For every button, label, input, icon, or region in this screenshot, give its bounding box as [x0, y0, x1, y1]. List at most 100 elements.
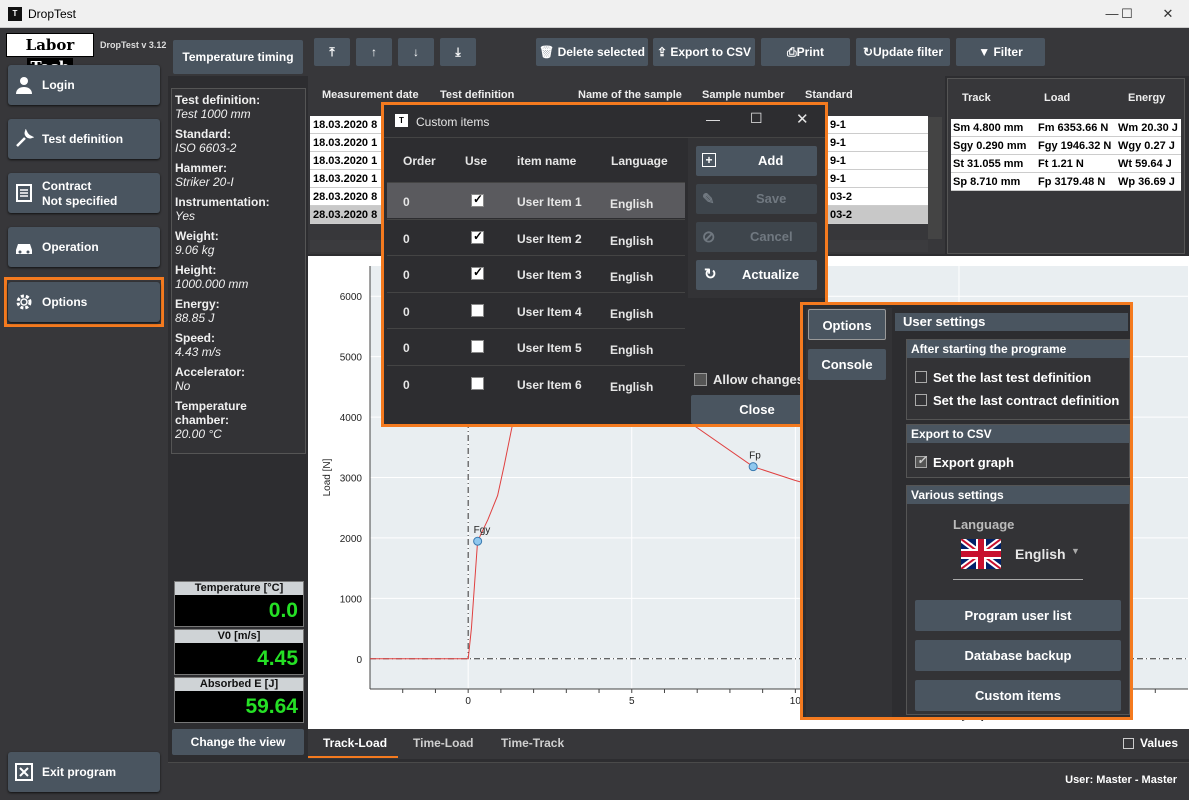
status-bar: User: Master - Master [168, 762, 1189, 800]
item-order: 0 [403, 377, 410, 392]
col-standard[interactable]: Standard [805, 89, 853, 101]
info-value: 88.85 J [175, 311, 215, 325]
tab-console[interactable]: Console [808, 349, 886, 380]
info-key: Standard: [175, 127, 232, 141]
arrow-down-icon: ↓ [413, 45, 419, 59]
set-last-contract-option[interactable]: Set the last contract definition [915, 393, 1119, 408]
item-order: 0 [403, 304, 410, 319]
info-value: Yes [175, 209, 196, 223]
database-backup-button[interactable]: Database backup [915, 640, 1121, 671]
col-sample-number[interactable]: Sample number [702, 89, 785, 101]
use-checkbox-unchecked[interactable] [471, 340, 484, 353]
use-checkbox-checked[interactable] [471, 229, 484, 244]
export-icon: ⇪ [656, 45, 668, 59]
set-last-test-option[interactable]: Set the last test definition [915, 370, 1091, 385]
item-language: English [610, 270, 654, 284]
list-item[interactable]: 0 User Item 6 English [387, 364, 685, 401]
summary-cell: Fp 3179.48 N [1038, 176, 1106, 188]
y-tick-label: 1000 [340, 594, 363, 605]
dialog-title: Custom items [416, 115, 490, 129]
use-checkbox-checked[interactable] [471, 265, 484, 280]
move-bottom-button[interactable]: ⤓ [440, 38, 476, 66]
test-definition-button[interactable]: Test definition [8, 119, 160, 159]
dialog-app-icon: T [395, 114, 408, 127]
cell-date: 28.03.2020 8 [313, 191, 378, 203]
tab-time-load[interactable]: Time-Load [413, 736, 473, 750]
grid-scrollbar[interactable] [928, 117, 942, 239]
window-title: DropTest [28, 7, 77, 21]
custom-items-button[interactable]: Custom items [915, 680, 1121, 711]
language-select[interactable]: English ▼ [953, 536, 1083, 580]
delete-selected-button[interactable]: 🗑 Delete selected [536, 38, 648, 66]
dialog-maximize-button[interactable]: ☐ [750, 110, 763, 127]
change-view-button[interactable]: Change the view [172, 729, 304, 755]
add-button[interactable]: + Add [696, 146, 817, 176]
program-user-list-button[interactable]: Program user list [915, 600, 1121, 631]
trash-icon: 🗑 [539, 45, 555, 59]
col-sample-name[interactable]: Name of the sample [578, 89, 682, 101]
cancel-button[interactable]: ⊘ Cancel [696, 222, 817, 252]
delete-selected-label: Delete selected [557, 45, 645, 59]
export-graph-label: Export graph [933, 455, 1014, 470]
maximize-button[interactable]: ☐ [1113, 4, 1141, 24]
checkbox-unchecked[interactable] [915, 394, 927, 406]
labortech-logo: Labor Tech [6, 33, 94, 76]
move-top-button[interactable]: ⤒ [314, 38, 350, 66]
login-button[interactable]: Login [8, 65, 160, 105]
dialog-minimize-button[interactable]: — [706, 111, 720, 127]
filter-button[interactable]: ▼ Filter [956, 38, 1045, 66]
allow-changes-checkbox[interactable] [694, 373, 707, 386]
item-language: English [610, 379, 654, 394]
list-item[interactable]: 0 User Item 2 English [387, 218, 685, 255]
list-item[interactable]: 0 User Item 4 English [387, 291, 685, 328]
use-checkbox-unchecked[interactable] [471, 303, 484, 317]
export-csv-button[interactable]: ⇪ Export to CSV [653, 38, 755, 66]
list-item[interactable]: 0 User Item 5 English [387, 328, 685, 364]
annotation-label: Fgy [474, 525, 491, 536]
summary-cell: Sm 4.800 mm [953, 122, 1024, 134]
arrow-top-icon: ⤒ [329, 45, 335, 59]
cell-date: 28.03.2020 8 [313, 209, 378, 221]
various-settings-section: Various settings Language English ▼ Prog… [906, 485, 1130, 715]
temperature-timing-button[interactable]: Temperature timing [173, 40, 303, 74]
tab-options[interactable]: Options [808, 309, 886, 340]
exit-program-button[interactable]: Exit program [8, 752, 160, 792]
update-filter-button[interactable]: ↻Update filter [856, 38, 950, 66]
use-checkbox-checked[interactable] [471, 192, 484, 207]
checkbox-unchecked[interactable] [915, 371, 927, 383]
y-tick-label: 4000 [340, 413, 363, 424]
tab-time-track[interactable]: Time-Track [501, 736, 564, 750]
tab-track-load[interactable]: Track-Load [323, 736, 387, 750]
list-item[interactable]: 0 User Item 1 English [387, 182, 685, 218]
add-label: Add [758, 153, 784, 168]
operation-button[interactable]: Operation [8, 227, 160, 267]
item-order: 0 [403, 268, 410, 282]
info-key: Hammer: [175, 161, 228, 175]
options-button[interactable]: Options [8, 282, 160, 322]
move-down-button[interactable]: ↓ [398, 38, 434, 66]
checkbox-checked[interactable]: ✓ [915, 453, 927, 468]
use-checkbox-unchecked[interactable] [471, 376, 484, 390]
col-test-definition[interactable]: Test definition [440, 89, 514, 101]
close-window-button[interactable]: ✕ [1154, 4, 1182, 24]
export-graph-option[interactable]: ✓ Export graph [915, 453, 1014, 470]
dialog-close-icon[interactable]: ✕ [796, 110, 809, 128]
cell-date: 18.03.2020 1 [313, 155, 378, 167]
meter-value: 0.0 [268, 599, 298, 622]
wrench-icon [16, 129, 34, 147]
print-button[interactable]: ⎙Print [761, 38, 850, 66]
x-tick-label: 5 [629, 696, 635, 707]
printer-icon: ⎙ [787, 45, 797, 59]
col-measurement-date[interactable]: Measurement date [322, 89, 419, 101]
y-tick-label: 5000 [340, 353, 363, 364]
list-item[interactable]: 0 User Item 3 English [387, 255, 685, 291]
save-button[interactable]: ✎ Save [696, 184, 817, 214]
actualize-button[interactable]: ↻ Actualize [696, 260, 817, 290]
contract-button[interactable]: Contract Not specified [8, 173, 160, 213]
login-label: Login [42, 78, 75, 92]
info-key: Test definition: [175, 93, 261, 107]
exit-label: Exit program [42, 765, 117, 779]
title-bar: T DropTest — ☐ ✕ [0, 0, 1189, 28]
values-checkbox[interactable] [1123, 738, 1134, 749]
move-up-button[interactable]: ↑ [356, 38, 392, 66]
